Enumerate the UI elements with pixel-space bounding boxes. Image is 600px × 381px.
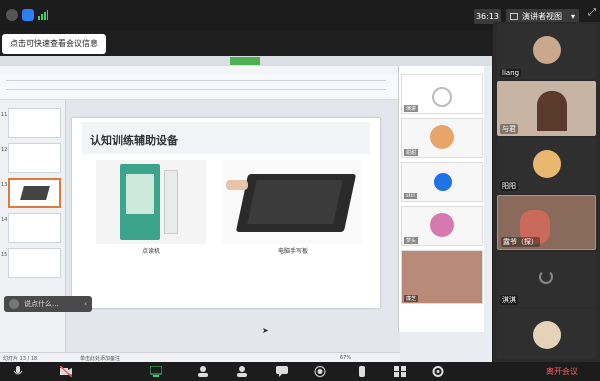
slide-thumbnail-selected[interactable]	[8, 178, 61, 208]
avatar	[533, 321, 561, 349]
doc-tab	[230, 57, 260, 65]
app-tabbar	[0, 56, 492, 66]
avatar	[533, 36, 561, 64]
participant-tile[interactable]	[497, 309, 596, 359]
slide-thumbnail[interactable]	[8, 248, 61, 278]
comment-placeholder: 说点什么...	[24, 300, 59, 308]
participant-name: 阳阳	[500, 181, 518, 191]
leave-meeting-button[interactable]: 离开会议	[546, 366, 578, 377]
thumb-number: 15	[1, 252, 8, 258]
participant-tile[interactable]: 阳阳	[497, 138, 596, 193]
caption-reading-pen: 点读机	[142, 248, 161, 255]
emoji-icon[interactable]	[9, 299, 19, 309]
reading-device-image	[96, 160, 206, 244]
shared-screen: 11 12 13 14 15 认知训练辅助设备 点读机 电脑手写板 ➤ 演讲 甜…	[0, 56, 492, 363]
apps-icon[interactable]	[394, 366, 406, 377]
thumb-number: 11	[1, 112, 8, 118]
share-video-name: 梦头	[404, 237, 419, 244]
meeting-toolbar	[0, 362, 600, 381]
fullscreen-icon[interactable]: ⤢	[588, 7, 596, 18]
share-video-name: 廉芝	[404, 295, 419, 302]
grid-icon	[510, 13, 518, 20]
comment-input[interactable]: 说点什么... ‹	[4, 296, 92, 312]
slide-title: 认知训练辅助设备	[90, 134, 178, 147]
slide-canvas: 认知训练辅助设备 点读机 电脑手写板 ➤	[66, 100, 400, 352]
meeting-window: 36:13 演讲者视图 ▾ ⤢ 11 12 13 14 15 认知训练辅助设备 …	[0, 0, 600, 381]
record-icon[interactable]	[314, 366, 326, 377]
participant-tile[interactable]: 淇淇	[497, 252, 596, 307]
signal-icon[interactable]	[38, 10, 48, 20]
share-video-tile[interactable]: 甜甜	[401, 118, 483, 158]
participant-column: liang 与君 阳阳 露爷（探） 淇淇	[493, 22, 600, 362]
screen-share-icon[interactable]	[149, 365, 163, 377]
share-video-name: stcl	[404, 193, 417, 199]
menu-bar	[0, 66, 400, 75]
share-video-panel: 演讲 甜甜 stcl 梦头 廉芝	[398, 66, 484, 332]
chevron-left-icon[interactable]: ‹	[84, 296, 87, 312]
drawing-tablet-image	[222, 160, 362, 244]
meeting-info-tooltip: 点击可快速查看会议信息	[2, 34, 106, 54]
share-video-tile[interactable]: 演讲	[401, 74, 483, 114]
slide-thumbnail[interactable]	[8, 108, 61, 138]
participant-name: 与君	[500, 124, 518, 134]
thumb-number: 13	[1, 182, 8, 188]
participants-icon[interactable]	[236, 366, 248, 377]
share-video-name: 演讲	[404, 105, 419, 112]
loading-spinner-icon	[539, 270, 553, 284]
participant-tile-active[interactable]: 露爷（探）	[497, 195, 596, 250]
share-video-tile[interactable]: 梦头	[401, 206, 483, 246]
slide-thumbnail[interactable]	[8, 213, 61, 243]
notes-placeholder[interactable]: 单击此处添加备注	[80, 355, 120, 362]
chat-icon[interactable]	[276, 366, 288, 377]
camera-off-icon[interactable]	[59, 365, 73, 378]
thumb-number: 12	[1, 147, 8, 153]
participant-name: 露爷（探）	[501, 237, 540, 247]
speaker-view-label: 演讲者视图	[522, 12, 562, 21]
settings-icon[interactable]	[432, 366, 444, 377]
avatar	[533, 150, 561, 178]
microphone-icon[interactable]	[12, 366, 24, 377]
ribbon-toolbar	[0, 75, 400, 100]
share-video-tile[interactable]: stcl	[401, 162, 483, 202]
slide-counter: 幻灯片 13 / 18	[3, 356, 38, 362]
mouse-cursor-icon: ➤	[262, 326, 269, 335]
participant-name: 淇淇	[500, 295, 518, 305]
participant-name: liang	[500, 69, 522, 77]
slide-thumbnail-pane: 11 12 13 14 15	[0, 100, 66, 352]
thumb-number: 14	[1, 217, 8, 223]
invite-icon[interactable]	[198, 366, 210, 377]
share-video-tile[interactable]: 廉芝	[401, 250, 483, 304]
shield-icon[interactable]	[22, 9, 34, 21]
share-video-name: 甜甜	[404, 149, 419, 156]
caption-tablet: 电脑手写板	[278, 248, 309, 255]
participant-tile[interactable]: liang	[497, 24, 596, 79]
participant-tile[interactable]: 与君	[497, 81, 596, 136]
zoom-level[interactable]: 67%	[340, 355, 351, 361]
raise-hand-icon[interactable]	[356, 366, 368, 377]
info-icon[interactable]	[6, 9, 18, 21]
slide-thumbnail[interactable]	[8, 143, 61, 173]
slide: 认知训练辅助设备 点读机 电脑手写板	[72, 118, 380, 308]
